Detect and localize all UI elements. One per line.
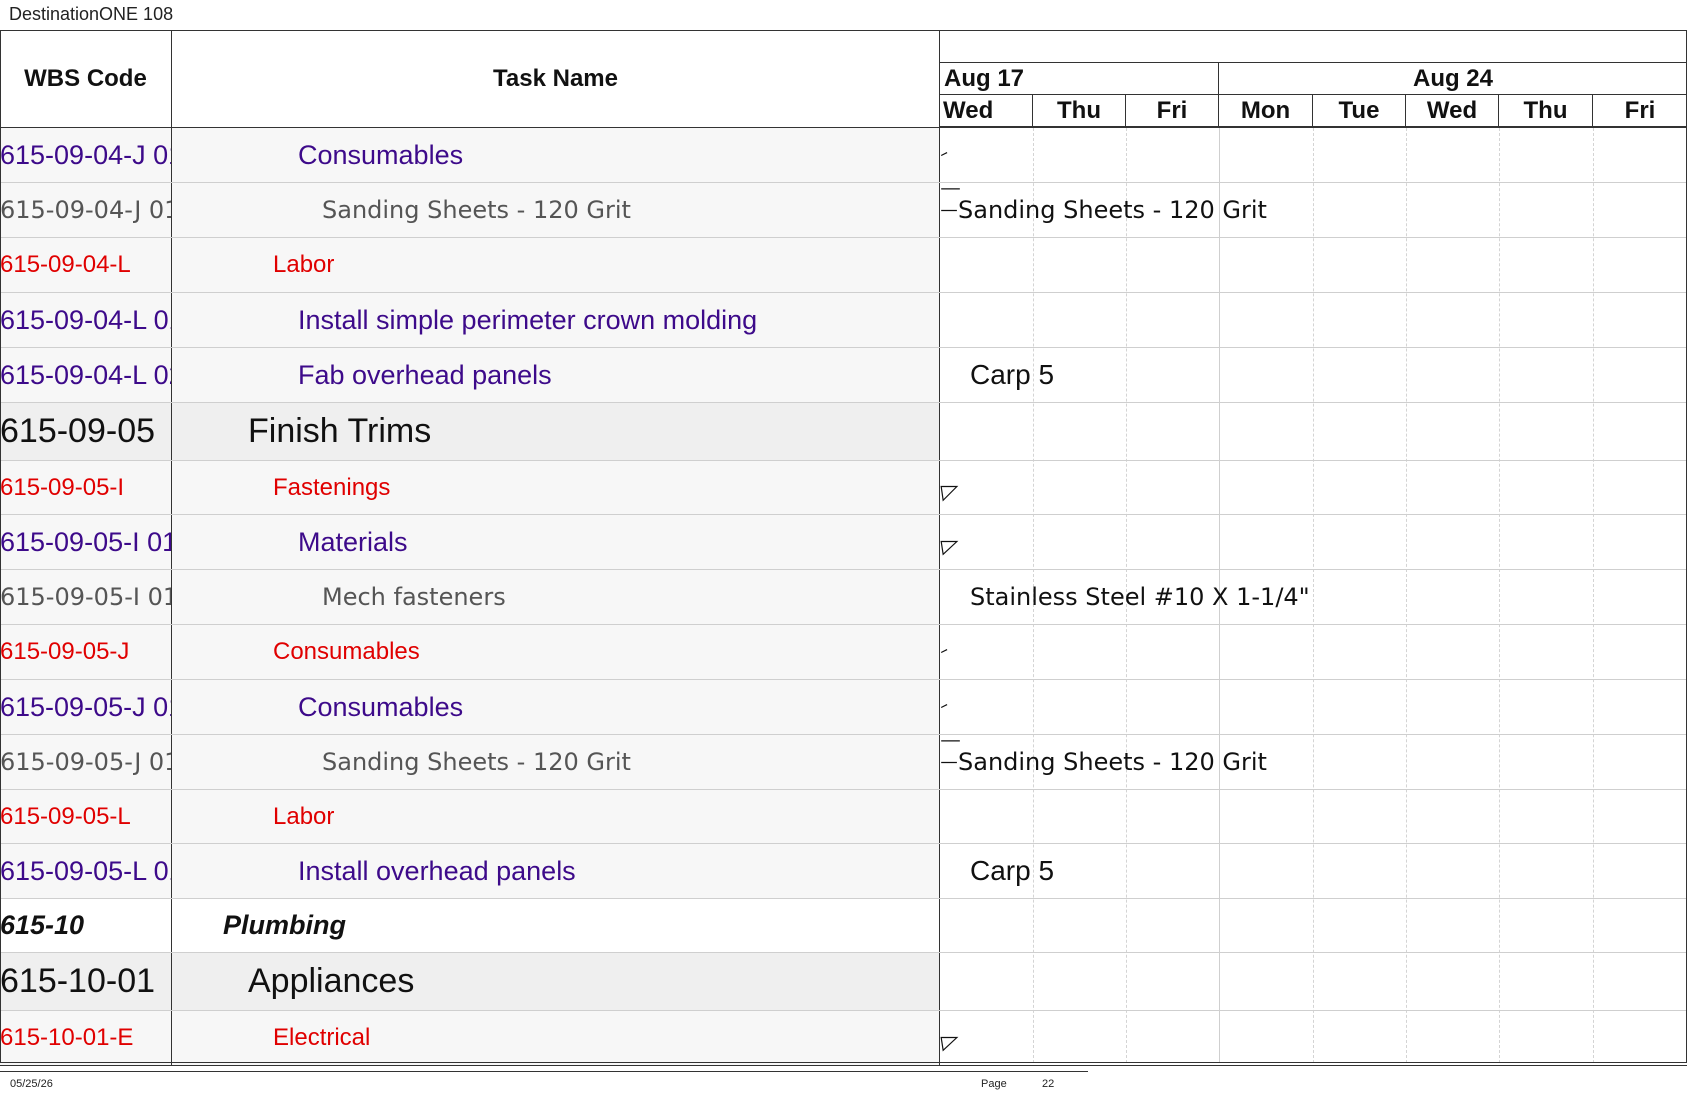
footer-date: 05/25/26 (10, 1078, 53, 1090)
footer-divider (0, 1071, 1088, 1072)
sheet-border (0, 30, 1687, 1063)
footer-page-number: 22 (1042, 1078, 1055, 1090)
document-title: DestinationONE 108 (9, 4, 174, 24)
footer-page-label: Page (981, 1078, 1007, 1090)
